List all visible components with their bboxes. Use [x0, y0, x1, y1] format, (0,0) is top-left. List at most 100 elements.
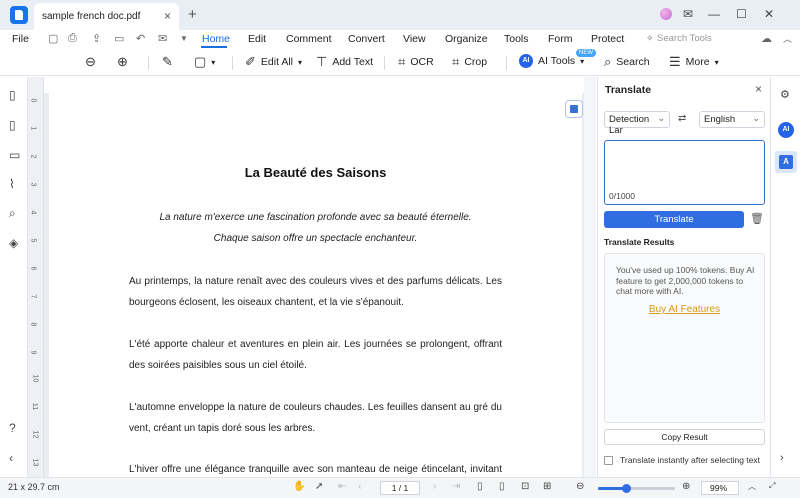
- chevron-down-icon: ▾: [298, 57, 303, 67]
- buy-ai-features-link[interactable]: Buy AI Features: [605, 304, 764, 315]
- swap-languages-icon[interactable]: ⇄: [678, 113, 686, 124]
- trash-icon[interactable]: 🗑: [750, 212, 764, 225]
- previous-page-icon[interactable]: ‹: [358, 481, 361, 492]
- print-icon[interactable]: ⎙: [68, 32, 77, 45]
- quick-access-dropdown-icon[interactable]: ▼: [180, 34, 188, 43]
- zoom-up-icon[interactable]: ︿: [748, 481, 756, 492]
- vertical-scrollbar[interactable]: [584, 77, 596, 477]
- next-page-icon[interactable]: ›: [433, 481, 436, 492]
- properties-icon[interactable]: ⚙: [780, 88, 790, 101]
- toolbar-divider: [506, 56, 507, 70]
- toolbar-divider: [148, 56, 149, 70]
- search-icon[interactable]: ⌕: [9, 206, 16, 221]
- instant-translate-checkbox[interactable]: [604, 455, 613, 465]
- expand-icon[interactable]: ⤢: [769, 481, 775, 491]
- ocr-button[interactable]: ⌗ OCR: [398, 54, 434, 70]
- target-language-value: English: [704, 114, 736, 125]
- toolbar-divider: [232, 56, 233, 70]
- avatar[interactable]: [660, 8, 672, 20]
- layers-icon[interactable]: ◈: [9, 236, 18, 250]
- chevron-down-icon: ⌄: [657, 113, 665, 123]
- menu-convert[interactable]: Convert: [348, 33, 385, 45]
- new-badge: NEW: [576, 49, 596, 57]
- translate-input[interactable]: 0/1000: [604, 140, 765, 205]
- collapse-left-icon[interactable]: ‹: [9, 451, 13, 465]
- attachment-icon[interactable]: ⌇: [9, 177, 15, 191]
- cloud-upload-icon[interactable]: ☁: [761, 32, 772, 45]
- save-icon[interactable]: ▢: [48, 32, 58, 45]
- crop-button[interactable]: ⌗ Crop: [452, 54, 487, 70]
- menu-file[interactable]: File: [12, 33, 29, 45]
- fit-width-icon[interactable]: ⊞: [543, 481, 551, 492]
- target-language-select[interactable]: English ⌄: [699, 111, 765, 128]
- comment-icon[interactable]: ▭: [9, 148, 20, 162]
- help-icon[interactable]: ?: [9, 421, 16, 435]
- status-bar: 21 x 29.7 cm ✋ ➚ ⇤ ‹ 1 / 1 › ⇥ ▯ ▯ ⊡ ⊞ ⊖…: [0, 477, 800, 498]
- new-tab-button[interactable]: +: [188, 6, 197, 23]
- menu-edit[interactable]: Edit: [248, 33, 266, 45]
- open-file-icon[interactable]: ▭: [114, 32, 124, 45]
- page-thumbnail-icon[interactable]: ▯: [9, 88, 16, 102]
- instant-translate-option[interactable]: Translate instantly after selecting text: [604, 455, 760, 465]
- edit-all-button[interactable]: ✐ Edit All ▾: [245, 54, 302, 70]
- restore-button[interactable]: ☐: [736, 7, 747, 21]
- collapse-right-icon[interactable]: ›: [780, 452, 784, 464]
- zoom-out-button[interactable]: ⊖: [85, 54, 96, 70]
- page-translate-icon[interactable]: [565, 100, 583, 118]
- document-viewport[interactable]: La Beauté des Saisons La nature m'exerce…: [44, 93, 584, 477]
- more-button[interactable]: ☰ More ▾: [669, 54, 719, 70]
- menu-tools[interactable]: Tools: [504, 33, 529, 45]
- zoom-in-button[interactable]: ⊕: [117, 54, 128, 70]
- page-number-input[interactable]: 1 / 1: [380, 481, 420, 495]
- search-tools-input[interactable]: Search Tools: [657, 33, 712, 44]
- add-text-button[interactable]: ⊤ Add Text: [316, 54, 373, 70]
- fit-page-icon[interactable]: ⊡: [521, 481, 529, 492]
- feedback-icon[interactable]: ✉: [683, 7, 693, 21]
- more-label: More: [685, 56, 710, 68]
- zoom-slider[interactable]: [598, 484, 675, 493]
- highlighter-icon: ✎: [162, 54, 173, 69]
- menu-form[interactable]: Form: [548, 33, 573, 45]
- menu-comment[interactable]: Comment: [286, 33, 332, 45]
- search-button[interactable]: ⌕ Search: [604, 54, 650, 70]
- shape-button[interactable]: ▢ ▾: [194, 54, 215, 70]
- rectangle-icon: ▢: [194, 54, 207, 69]
- menu-organize[interactable]: Organize: [445, 33, 488, 45]
- highlight-button[interactable]: ✎: [162, 54, 173, 70]
- zoom-level-select[interactable]: 99%: [701, 481, 739, 495]
- zoom-out-icon[interactable]: ⊖: [576, 481, 584, 492]
- translate-button[interactable]: Translate: [604, 211, 744, 228]
- single-page-view-icon[interactable]: ▯: [477, 481, 483, 492]
- bookmark-icon[interactable]: ▯: [9, 118, 16, 132]
- menu-view[interactable]: View: [403, 33, 426, 45]
- hand-tool-icon[interactable]: ✋: [293, 481, 305, 492]
- document-tab-label: sample french doc.pdf: [42, 11, 141, 22]
- ai-assistant-icon[interactable]: AI: [778, 122, 794, 138]
- upload-icon[interactable]: ⇪: [92, 32, 101, 45]
- menu-protect[interactable]: Protect: [591, 33, 624, 45]
- ruler-number: 4: [29, 210, 37, 215]
- mail-icon[interactable]: ✉: [158, 32, 167, 45]
- first-page-icon[interactable]: ⇤: [338, 481, 346, 492]
- undo-icon[interactable]: ↶: [136, 32, 145, 45]
- zoom-slider-knob[interactable]: [622, 484, 632, 493]
- document-tab[interactable]: sample french doc.pdf ×: [34, 3, 179, 30]
- ruler-number: 7: [29, 294, 37, 299]
- close-tab-icon[interactable]: ×: [164, 9, 171, 23]
- close-panel-icon[interactable]: ×: [755, 82, 762, 96]
- pdf-page[interactable]: La Beauté des Saisons La nature m'exerce…: [49, 93, 583, 477]
- source-language-select[interactable]: Detection Lar ⌄: [604, 111, 670, 136]
- copy-result-button[interactable]: Copy Result: [604, 429, 765, 445]
- ai-tools-button[interactable]: AI AI Tools ▾: [519, 54, 584, 68]
- ruler-number: 8: [29, 322, 37, 327]
- menu-home[interactable]: Home: [202, 33, 230, 45]
- select-tool-icon[interactable]: ➚: [315, 481, 323, 492]
- chevron-down-icon: ▾: [714, 57, 719, 67]
- collapse-ribbon-icon[interactable]: ︿: [783, 32, 792, 45]
- zoom-in-icon[interactable]: ⊕: [682, 481, 690, 492]
- last-page-icon[interactable]: ⇥: [452, 481, 460, 492]
- close-window-button[interactable]: ✕: [764, 7, 774, 21]
- minimize-button[interactable]: —: [708, 7, 720, 21]
- two-page-view-icon[interactable]: ▯: [499, 481, 505, 492]
- translate-icon[interactable]: [775, 151, 797, 173]
